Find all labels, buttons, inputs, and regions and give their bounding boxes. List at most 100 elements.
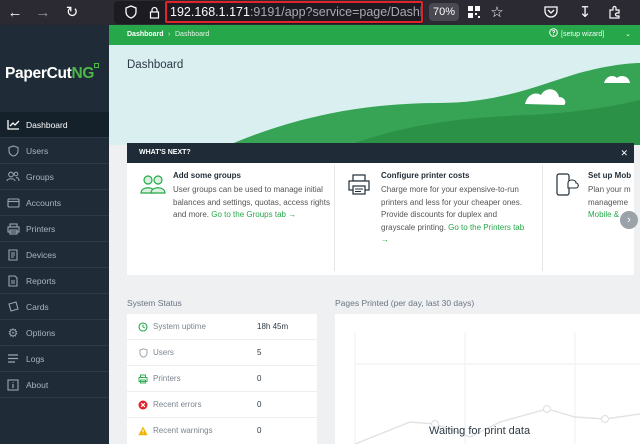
status-label: Printers	[153, 374, 181, 383]
url-text[interactable]: 192.168.1.171:9191/app?service=page/Dash…	[165, 1, 423, 23]
sidebar-item-logs[interactable]: Logs	[0, 346, 109, 372]
close-icon[interactable]: ✕	[620, 148, 628, 158]
sidebar-item-cards[interactable]: Cards	[0, 294, 109, 320]
card-title: Configure printer costs	[381, 171, 470, 180]
card-divider	[542, 165, 543, 271]
sidebar-item-about[interactable]: About	[0, 372, 109, 398]
sidebar-item-accounts[interactable]: Accounts	[0, 190, 109, 216]
hills-illustration	[229, 63, 640, 145]
top-nav-bar: Dashboard › Dashboard [setup wizard] ⌄	[109, 25, 640, 45]
dashboard-banner: Dashboard	[109, 45, 640, 145]
sidebar-item-label: Accounts	[26, 197, 61, 208]
breadcrumb-separator-icon: ›	[168, 31, 171, 38]
devices-icon	[0, 248, 26, 261]
zoom-indicator[interactable]: 70%	[429, 3, 459, 21]
status-value: 5	[257, 348, 262, 357]
sidebar-nav: Dashboard Users Groups Accounts Printers…	[0, 112, 109, 398]
sidebar-item-reports[interactable]: Reports	[0, 268, 109, 294]
logo-text: PaperCut	[5, 65, 72, 82]
sidebar-item-users[interactable]: Users	[0, 138, 109, 164]
system-status-panel: System uptime 18h 45m Users 5 Printers 0…	[127, 314, 317, 444]
qr-code-icon[interactable]	[465, 3, 483, 21]
sidebar-item-label: Options	[26, 327, 56, 338]
sidebar-item-label: About	[26, 379, 49, 390]
logo-mark-icon	[94, 63, 99, 68]
printer-illustration-icon	[348, 174, 370, 195]
main-content: Dashboard › Dashboard [setup wizard] ⌄ D…	[109, 25, 640, 444]
card-title: Set up Mob	[588, 171, 632, 180]
go-to-groups-link[interactable]: Go to the Groups tab →	[211, 210, 296, 219]
card-description: Charge more for your expensive-to-run pr…	[381, 184, 529, 247]
system-status-title: System Status	[127, 298, 182, 308]
sidebar: PaperCutNG Dashboard Users Groups Accoun…	[0, 25, 109, 444]
card-add-groups: Add some groups User groups can be used …	[133, 171, 333, 271]
mobile-link[interactable]: Mobile &	[588, 210, 619, 219]
cards-icon	[0, 300, 26, 313]
gear-icon: ⚙	[7, 325, 19, 340]
sidebar-item-label: Groups	[26, 171, 54, 182]
pages-printed-title: Pages Printed (per day, last 30 days)	[335, 298, 475, 308]
lock-icon[interactable]	[145, 3, 163, 21]
sidebar-item-printers[interactable]: Printers	[0, 216, 109, 242]
papercut-logo[interactable]: PaperCutNG	[5, 63, 99, 83]
chart-line-icon	[0, 119, 26, 130]
sidebar-item-dashboard[interactable]: Dashboard	[0, 112, 109, 138]
logs-icon	[0, 353, 26, 364]
reload-icon[interactable]: ↻	[63, 3, 81, 21]
sidebar-item-groups[interactable]: Groups	[0, 164, 109, 190]
forward-icon[interactable]: →	[34, 3, 52, 21]
sidebar-item-label: Reports	[26, 275, 56, 286]
status-value: 0	[257, 400, 262, 409]
breadcrumb-home[interactable]: Dashboard	[127, 25, 164, 45]
sidebar-item-label: Dashboard	[26, 119, 68, 130]
card-text: Plan your m manageme	[588, 185, 631, 207]
card-title: Add some groups	[173, 171, 242, 180]
setup-wizard-link[interactable]: [setup wizard]	[561, 25, 604, 45]
sidebar-item-label: Users	[26, 145, 49, 156]
sidebar-item-label: Devices	[26, 249, 57, 260]
logo-suffix: NG	[71, 65, 95, 82]
card-description: User groups can be used to manage initia…	[173, 184, 333, 222]
back-icon[interactable]: ←	[6, 3, 24, 21]
pages-printed-panel: Waiting for print data	[335, 314, 640, 444]
help-icon[interactable]	[549, 25, 558, 45]
whats-next-header: WHAT'S NEXT?	[127, 143, 634, 163]
status-row-warnings: Recent warnings 0	[127, 418, 317, 444]
shield-icon	[138, 348, 148, 358]
warning-icon	[138, 426, 148, 436]
status-row-errors: Recent errors 0	[127, 392, 317, 418]
scroll-right-arrow-icon[interactable]: ›	[620, 211, 638, 229]
download-icon[interactable]: ↧	[576, 3, 594, 21]
page-title: Dashboard	[127, 59, 184, 71]
extensions-icon[interactable]	[606, 3, 624, 21]
bookmark-star-icon[interactable]: ☆	[488, 3, 506, 21]
whats-next-panel: WHAT'S NEXT? ✕ Add some groups User grou…	[127, 143, 634, 275]
chevron-down-icon[interactable]: ⌄	[625, 25, 631, 45]
shield-icon	[0, 144, 26, 157]
mobile-illustration-icon	[556, 173, 579, 196]
browser-toolbar: ← → ↻ 192.168.1.171:9191/app?service=pag…	[0, 0, 640, 25]
printer-icon	[0, 222, 26, 235]
status-label: System uptime	[153, 322, 206, 331]
sidebar-item-label: Cards	[26, 301, 49, 312]
status-row-users: Users 5	[127, 340, 317, 366]
accounts-icon	[0, 197, 26, 208]
pocket-icon[interactable]	[542, 3, 560, 21]
shield-icon[interactable]	[122, 3, 140, 21]
status-value: 18h 45m	[257, 322, 289, 331]
url-path: :9191/app?service=page/Dashboard	[249, 5, 421, 19]
url-host: 192.168.1.171	[170, 5, 250, 19]
clock-icon	[138, 322, 148, 332]
waiting-message: Waiting for print data	[429, 425, 531, 437]
groups-icon	[0, 171, 26, 182]
card-printer-costs: Configure printer costs Charge more for …	[341, 171, 541, 271]
groups-illustration-icon	[140, 175, 166, 194]
breadcrumb-current: Dashboard	[175, 31, 210, 38]
status-label: Recent errors	[153, 400, 202, 409]
status-row-printers: Printers 0	[127, 366, 317, 392]
printer-icon	[138, 374, 148, 384]
sidebar-item-devices[interactable]: Devices	[0, 242, 109, 268]
sidebar-item-options[interactable]: ⚙ Options	[0, 320, 109, 346]
sidebar-item-label: Logs	[26, 353, 45, 364]
status-label: Users	[153, 348, 174, 357]
